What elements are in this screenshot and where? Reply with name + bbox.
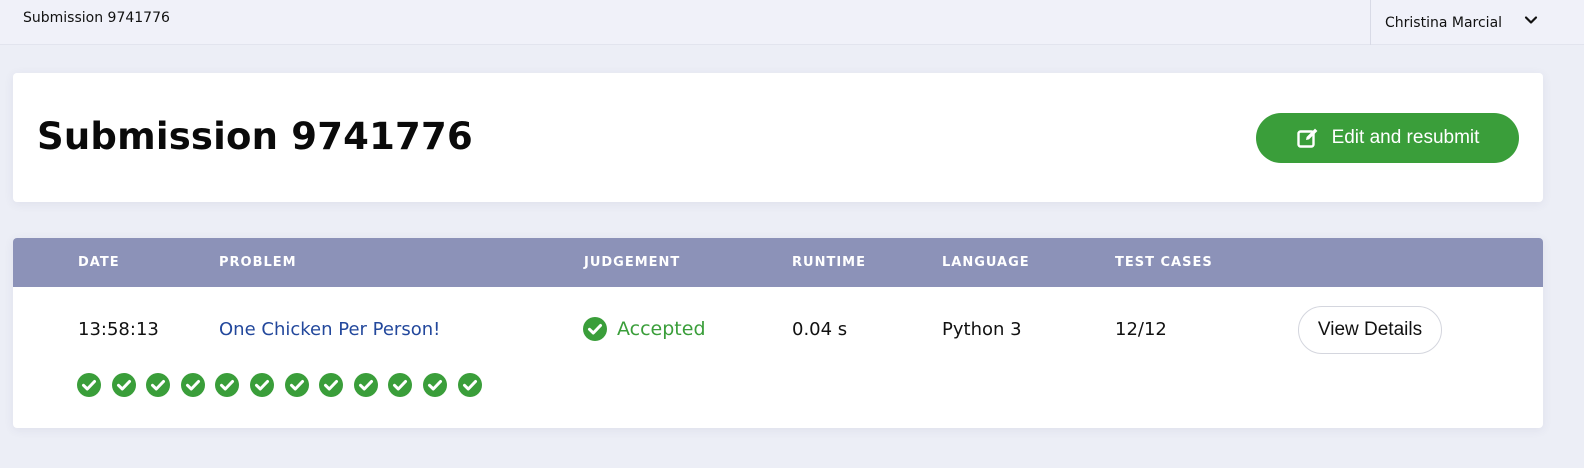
column-header-language: LANGUAGE xyxy=(942,255,1030,270)
column-header-test-cases: TEST CASES xyxy=(1115,255,1213,270)
topbar-title: Submission 9741776 xyxy=(23,10,170,26)
test-case-check-icon[interactable] xyxy=(284,373,309,397)
page-title: Submission 9741776 xyxy=(37,115,473,158)
column-header-problem: PROBLEM xyxy=(219,255,297,270)
test-case-check-icon[interactable] xyxy=(249,373,274,397)
problem-link[interactable]: One Chicken Per Person! xyxy=(219,319,440,340)
column-header-date: DATE xyxy=(78,255,120,270)
chevron-down-icon xyxy=(1524,16,1538,24)
submission-header-card: Submission 9741776 Edit and resubmit xyxy=(13,73,1543,202)
test-cases-count: 12/12 xyxy=(1115,319,1167,340)
submission-table: DATE PROBLEM JUDGEMENT RUNTIME LANGUAGE … xyxy=(13,238,1543,428)
user-menu[interactable]: Christina Marcial xyxy=(1370,0,1584,45)
test-case-check-icon[interactable] xyxy=(146,373,171,397)
test-case-check-icon[interactable] xyxy=(353,373,378,397)
test-case-check-icon[interactable] xyxy=(77,373,101,397)
language: Python 3 xyxy=(942,319,1022,340)
test-case-check-icon[interactable] xyxy=(388,373,413,397)
user-name: Christina Marcial xyxy=(1385,14,1503,31)
top-bar: Submission 9741776 Christina Marcial xyxy=(0,0,1584,45)
column-header-judgement: JUDGEMENT xyxy=(584,255,681,270)
column-header-runtime: RUNTIME xyxy=(792,255,866,270)
view-details-button[interactable]: View Details xyxy=(1298,306,1442,354)
check-circle-icon xyxy=(583,317,607,341)
edit-icon xyxy=(1296,128,1317,148)
runtime: 0.04 s xyxy=(792,319,848,340)
test-case-check-icon[interactable] xyxy=(215,373,240,397)
test-case-results xyxy=(77,373,482,397)
edit-and-resubmit-label: Edit and resubmit xyxy=(1331,127,1480,148)
submission-date: 13:58:13 xyxy=(78,319,159,340)
test-case-check-icon[interactable] xyxy=(457,373,482,397)
test-case-check-icon[interactable] xyxy=(111,373,136,397)
test-case-check-icon[interactable] xyxy=(422,373,447,397)
test-case-check-icon[interactable] xyxy=(180,373,205,397)
test-case-check-icon[interactable] xyxy=(319,373,344,397)
table-header: DATE PROBLEM JUDGEMENT RUNTIME LANGUAGE … xyxy=(13,238,1543,287)
edit-and-resubmit-button[interactable]: Edit and resubmit xyxy=(1256,113,1519,163)
judgement: Accepted xyxy=(583,317,706,341)
judgement-status: Accepted xyxy=(617,318,706,340)
